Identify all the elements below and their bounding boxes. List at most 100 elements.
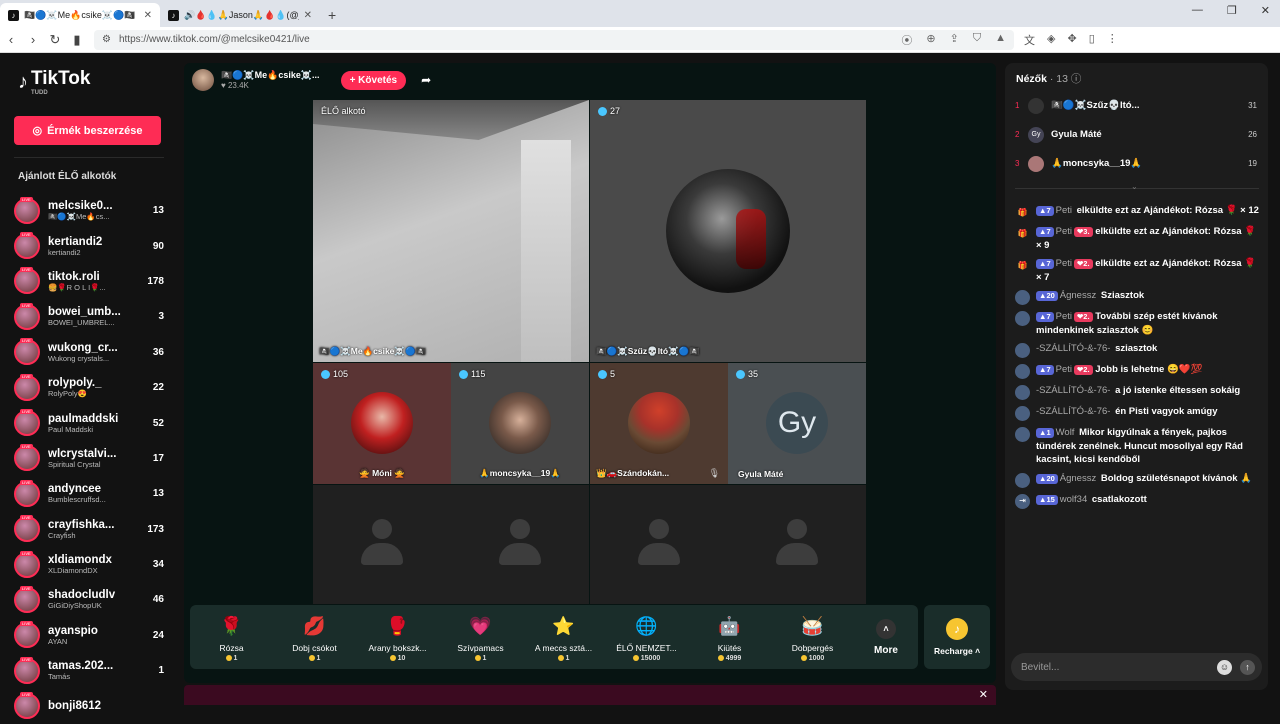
viewer-name: 🙏moncsyka__19🙏 bbox=[1051, 158, 1143, 169]
zoom-icon[interactable]: ⊕ bbox=[926, 32, 935, 48]
creator-item[interactable]: LIVE ayanspio AYAN 24 bbox=[14, 618, 164, 653]
extension-icon[interactable]: ◈ bbox=[1047, 32, 1055, 48]
address-bar: ‹ › ↻ ▮ ⚙ https://www.tiktok.com/@melcsi… bbox=[0, 27, 1280, 53]
creator-item[interactable]: LIVE tiktok.roli 🍔🌹R O L I🌹... 178 bbox=[14, 264, 164, 299]
gift-item[interactable]: 🌹 Rózsa 1 bbox=[190, 605, 273, 669]
browser-tab[interactable]: ♪ 🔊🩸💧🙏Jason🙏🩸💧(@jason_sem ✕ bbox=[160, 3, 320, 27]
gift-item[interactable]: 🥁 Dobpergés 1000 bbox=[771, 605, 854, 669]
minimize-icon[interactable]: — bbox=[1192, 4, 1203, 17]
translate-icon[interactable]: 文 bbox=[1024, 32, 1035, 48]
creator-nickname: Wukong crystals... bbox=[48, 353, 110, 363]
top-viewer-row[interactable]: 2 Gy Gyula Máté 26 bbox=[1015, 120, 1257, 149]
shield-icon[interactable]: ⛉ bbox=[973, 32, 981, 48]
creator-item[interactable]: LIVE bonji8612 bbox=[14, 688, 164, 723]
chat-username[interactable]: -SZÁLLÍTÓ-&-76- bbox=[1036, 343, 1110, 354]
sidebar-icon[interactable]: ▯ bbox=[1089, 32, 1095, 48]
menu-icon[interactable]: ⋮ bbox=[1107, 32, 1118, 48]
creator-item[interactable]: LIVE andyncee Bumblescruffsd... 13 bbox=[14, 476, 164, 511]
chat-username[interactable]: Ágnessz bbox=[1060, 290, 1096, 301]
gift-item[interactable]: 🥊 Arany bokszk... 10 bbox=[356, 605, 439, 669]
creator-item[interactable]: LIVE tamas.202... Tamás 1 bbox=[14, 653, 164, 688]
empty-slot[interactable] bbox=[590, 485, 728, 604]
top-viewer-row[interactable]: 3 🙏moncsyka__19🙏 19 bbox=[1015, 149, 1257, 178]
viewers-header[interactable]: Nézők · 13 ⓘ bbox=[1016, 71, 1081, 86]
guest-slot[interactable]: 35 Gy Gyula Máté bbox=[728, 363, 866, 484]
follow-button[interactable]: + Követés bbox=[340, 70, 407, 90]
chat-avatar bbox=[1015, 385, 1030, 400]
url-actions: ⦿ ⊕ ⇪ ⛉ ▲ bbox=[901, 32, 1014, 48]
send-icon[interactable]: ↑ bbox=[1240, 659, 1255, 675]
empty-slot[interactable] bbox=[313, 485, 451, 604]
chat-username[interactable]: Peti bbox=[1056, 226, 1072, 237]
reload-icon[interactable]: ↻ bbox=[44, 32, 66, 48]
chat-username[interactable]: wolf34 bbox=[1060, 494, 1087, 505]
creator-item[interactable]: LIVE melcsike0... 🏴‍☠️🔵☠️Me🔥cs... 13 bbox=[14, 193, 164, 228]
restore-icon[interactable]: ❐ bbox=[1227, 4, 1237, 17]
gift-item[interactable]: 🌐 ÉLŐ NEMZET... 15000 bbox=[605, 605, 688, 669]
chat-username[interactable]: -SZÁLLÍTÓ-&-76- bbox=[1036, 406, 1110, 417]
fan-value: 2. bbox=[1083, 259, 1090, 268]
gift-name: Rózsa bbox=[219, 642, 244, 653]
creator-item[interactable]: LIVE rolypoly._ RolyPoly😍 22 bbox=[14, 370, 164, 405]
creator-viewer-count: 90 bbox=[152, 240, 164, 252]
chat-input[interactable] bbox=[1021, 661, 1217, 673]
guest-slot[interactable]: 5 👑🚗Szándokán... 🎙 bbox=[590, 363, 728, 484]
more-gifts-button[interactable]: ˄ More bbox=[854, 618, 918, 656]
emoji-icon[interactable]: ☺ bbox=[1217, 659, 1232, 675]
creator-item[interactable]: LIVE bowei_umb... BOWEI_UMBREL... 3 bbox=[14, 299, 164, 334]
gift-bar: 🌹 Rózsa 1 💋 Dobj csókot 1 🥊 Arany bokszk… bbox=[190, 605, 918, 669]
level-badge: ▲7 bbox=[1036, 227, 1054, 237]
close-tab-icon[interactable]: ✕ bbox=[304, 10, 312, 21]
puzzle-icon[interactable]: ✥ bbox=[1067, 32, 1076, 48]
streamer-avatar[interactable] bbox=[192, 69, 214, 91]
creator-item[interactable]: LIVE kertiandi2 kertiandi2 90 bbox=[14, 228, 164, 263]
chat-username[interactable]: -SZÁLLÍTÓ-&-76- bbox=[1036, 385, 1110, 396]
live-badge: LIVE bbox=[20, 585, 33, 591]
chat-username[interactable]: Wolf bbox=[1056, 427, 1075, 438]
host-video[interactable]: ÉLŐ alkotó 🏴‍☠️🔵☠️Me🔥csike☠️🔵🏴‍☠️ bbox=[313, 100, 589, 362]
close-window-icon[interactable]: ✕ bbox=[1261, 4, 1270, 17]
creator-item[interactable]: LIVE shadocludlv GiGiDiyShopUK 46 bbox=[14, 582, 164, 617]
gift-item[interactable]: 💋 Dobj csókot 1 bbox=[273, 605, 356, 669]
info-icon[interactable]: ⓘ bbox=[1071, 73, 1082, 85]
expand-chevron-icon[interactable]: ⌄ bbox=[1131, 182, 1138, 191]
creator-item[interactable]: LIVE wukong_cr... Wukong crystals... 36 bbox=[14, 335, 164, 370]
chat-username[interactable]: Peti bbox=[1056, 205, 1072, 216]
share-icon[interactable]: ⇪ bbox=[950, 32, 959, 48]
guest-slot[interactable]: 115 🙏moncsyka__19🙏 bbox=[451, 363, 589, 484]
streamer-name[interactable]: 🏴‍☠️🔵☠️Me🔥csike☠️... bbox=[221, 70, 320, 81]
site-info-icon[interactable]: ⚙ bbox=[102, 34, 111, 45]
close-tab-icon[interactable]: ✕ bbox=[144, 10, 152, 21]
url-field[interactable]: ⚙ https://www.tiktok.com/@melcsike0421/l… bbox=[94, 29, 1014, 50]
browser-tabbar: ♪ 🏴‍☠️🔵☠️Me🔥csike☠️🔵🏴‍☠️ ✕ ♪ 🔊🩸💧🙏Jason🙏🩸… bbox=[0, 0, 1280, 27]
close-banner-icon[interactable]: ✕ bbox=[979, 688, 988, 701]
empty-slot[interactable] bbox=[728, 485, 866, 604]
browser-tab-active[interactable]: ♪ 🏴‍☠️🔵☠️Me🔥csike☠️🔵🏴‍☠️ ✕ bbox=[0, 3, 160, 27]
forward-icon[interactable]: › bbox=[22, 32, 44, 47]
get-coins-button[interactable]: ◎ Érmék beszerzése bbox=[14, 116, 161, 145]
chat-username[interactable]: Peti bbox=[1056, 258, 1072, 269]
creator-item[interactable]: LIVE wlcrystalvi... Spiritual Crystal 17 bbox=[14, 441, 164, 476]
cast-icon[interactable]: ⦿ bbox=[901, 32, 912, 48]
back-icon[interactable]: ‹ bbox=[0, 32, 22, 47]
chat-username[interactable]: Ágnessz bbox=[1060, 473, 1096, 484]
bookmark-icon[interactable]: ▮ bbox=[66, 32, 88, 48]
tiktok-logo[interactable]: ♪ TikTok TUDD bbox=[18, 68, 90, 96]
cohost-video[interactable]: 27 🏴‍☠️🔵☠️Szűz💀ltó☠️🔵🏴‍☠️ bbox=[590, 100, 866, 362]
share-icon[interactable]: ➦ bbox=[421, 73, 431, 87]
gift-item[interactable]: 💗 Szívpamacs 1 bbox=[439, 605, 522, 669]
creator-item[interactable]: LIVE xldiamondx XLDiamondDX 34 bbox=[14, 547, 164, 582]
gift-item[interactable]: 🤖 Kiütés 4999 bbox=[688, 605, 771, 669]
chat-username[interactable]: Peti bbox=[1056, 311, 1072, 322]
chat-text: én Pisti vagyok amúgy bbox=[1115, 406, 1218, 417]
recharge-button[interactable]: ♪ Recharge ˄ bbox=[924, 605, 990, 669]
chat-username[interactable]: Peti bbox=[1056, 364, 1072, 375]
gift-item[interactable]: ⭐ A meccs sztá... 1 bbox=[522, 605, 605, 669]
empty-slot[interactable] bbox=[451, 485, 589, 604]
guest-slot[interactable]: 105 🙅 Móni 🙅 bbox=[313, 363, 451, 484]
top-viewer-row[interactable]: 1 🏴‍☠️🔵☠️Szűz💀ltó... 31 bbox=[1015, 91, 1257, 120]
creator-item[interactable]: LIVE crayfishka... Crayfish 173 bbox=[14, 512, 164, 547]
new-tab-button[interactable]: + bbox=[320, 3, 344, 27]
warning-icon[interactable]: ▲ bbox=[995, 32, 1006, 48]
creator-item[interactable]: LIVE paulmaddski Paul Maddski 52 bbox=[14, 405, 164, 440]
